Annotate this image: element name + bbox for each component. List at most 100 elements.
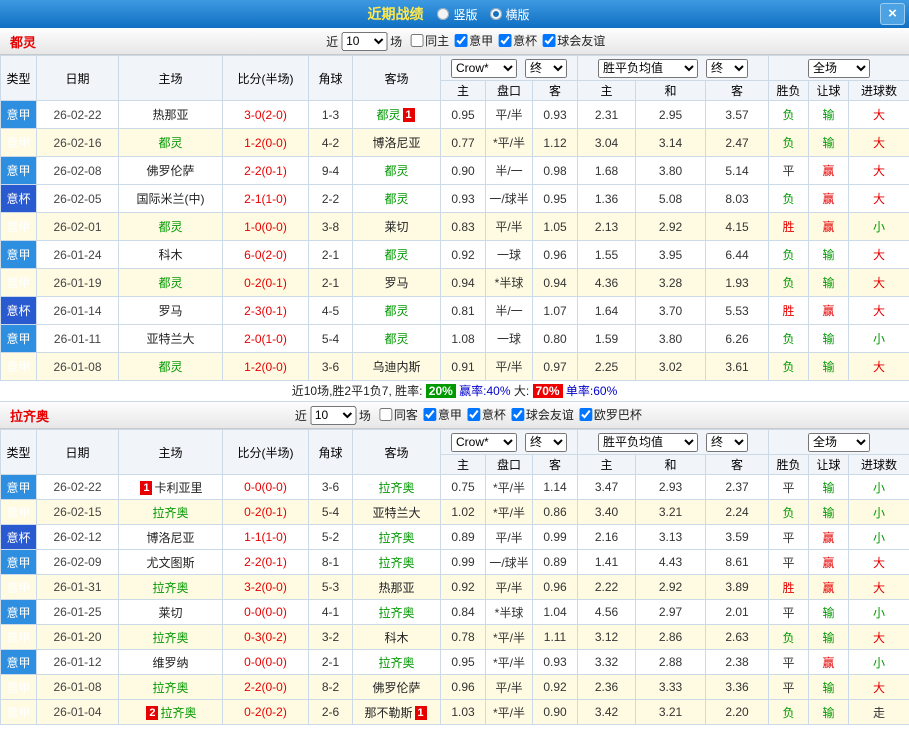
date-cell: 26-01-31 [36, 574, 119, 600]
col-odds-home: 主 [440, 454, 486, 475]
checkbox-意甲[interactable] [454, 34, 468, 47]
filter-option-意甲[interactable]: 意甲 [422, 406, 462, 423]
checkbox-欧罗巴杯[interactable] [578, 408, 592, 421]
avg-home-cell: 3.32 [577, 649, 636, 675]
filter-option-欧罗巴杯[interactable]: 欧罗巴杯 [578, 406, 642, 423]
filter-bar: 近 10 场 同主 意甲 意杯 球会友谊 [326, 31, 605, 51]
corner-cell: 8-2 [308, 674, 353, 700]
match-row: 意甲 26-01-04 2 拉齐奥 0-2(0-2) 2-6 那不勒斯 1 1.03 *平/半 0.… [0, 699, 909, 725]
match-row: 意甲 26-01-24 科木 6-0(2-0) 2-1 都灵 0.92 一球 0.96 1.55 3… [0, 240, 909, 269]
recent-results-dialog: 近期战绩 竖版 横版 × 都灵 近 10 场 同主意甲意杯球会友谊 类型 [0, 0, 909, 750]
league-cell: 意甲 [0, 100, 37, 129]
avg-type-select[interactable]: 胜平负均值 [598, 58, 698, 78]
checkbox-意杯[interactable] [498, 34, 512, 47]
match-row: 意甲 26-01-08 都灵 1-2(0-0) 3-6 乌迪内斯 0.91 平/半 0.97 2.… [0, 352, 909, 381]
checkbox-球会友谊[interactable] [542, 34, 556, 47]
avg-final-select[interactable]: 终 [706, 432, 748, 452]
matches-table-torino: 类型 日期 主场 比分(半场) 角球 客场 Crow* 终 胜平负均值 终 全场… [0, 55, 909, 381]
score-cell: 1-2(0-0) [222, 352, 309, 381]
avg-away-cell: 8.03 [704, 184, 770, 213]
score-cell: 2-0(1-0) [222, 324, 309, 353]
home-odds-cell: 0.93 [440, 184, 486, 213]
filter-option-同客[interactable]: 同客 [378, 406, 418, 423]
handicap-result-cell: 赢 [808, 549, 850, 575]
date-cell: 26-02-22 [36, 474, 119, 500]
avg-type-select[interactable]: 胜平负均值 [598, 432, 698, 452]
full-match-select[interactable]: 全场 [808, 432, 871, 452]
close-button[interactable]: × [880, 3, 905, 25]
layout-horizontal-radio[interactable]: 横版 [489, 6, 530, 23]
result-cell: 平 [768, 649, 810, 675]
handicap-result-cell: 输 [808, 324, 850, 353]
league-cell: 意杯 [0, 184, 37, 213]
handicap-cell: *半球 [485, 599, 533, 625]
filter-option-意杯[interactable]: 意杯 [466, 406, 506, 423]
team-name: 都灵 [158, 276, 183, 290]
avg-home-cell: 2.25 [577, 352, 636, 381]
handicap-cell: 平/半 [485, 574, 533, 600]
home-team-cell: 1 卡利亚里 [118, 474, 223, 500]
col-avg-away: 客 [704, 80, 770, 101]
home-team-cell: 佛罗伦萨 [118, 156, 223, 185]
home-team-cell: 都灵 [118, 268, 223, 297]
home-odds-cell: 0.90 [440, 156, 486, 185]
avg-home-cell: 1.68 [577, 156, 636, 185]
away-odds-cell: 1.11 [532, 624, 578, 650]
home-team-cell: 都灵 [118, 212, 223, 241]
goals-cell: 大 [848, 100, 909, 129]
home-odds-cell: 0.89 [440, 524, 486, 550]
home-team-cell: 科木 [118, 240, 223, 269]
home-odds-cell: 0.91 [440, 352, 486, 381]
match-count-select[interactable]: 10 [309, 405, 356, 425]
league-cell: 意甲 [0, 574, 37, 600]
avg-draw-cell: 2.86 [635, 624, 706, 650]
avg-draw-cell: 3.80 [635, 324, 706, 353]
summary-segment: 赢率:40% [455, 384, 514, 398]
home-odds-cell: 0.95 [440, 100, 486, 129]
odds-source-select[interactable]: Crow* [451, 58, 517, 78]
result-cell: 平 [768, 524, 810, 550]
avg-final-select[interactable]: 终 [706, 58, 748, 78]
layout-vertical-radio[interactable]: 竖版 [437, 6, 478, 23]
filter-option-意甲[interactable]: 意甲 [454, 32, 493, 49]
filter-option-同主[interactable]: 同主 [410, 32, 449, 49]
team-name: 拉齐奥 [152, 580, 189, 595]
checkbox-球会友谊[interactable] [510, 408, 524, 421]
avg-home-cell: 3.04 [577, 128, 636, 157]
filter-option-意杯[interactable]: 意杯 [498, 32, 537, 49]
corner-cell: 2-6 [308, 699, 353, 725]
filter-option-球会友谊[interactable]: 球会友谊 [510, 406, 574, 423]
result-cell: 负 [768, 100, 810, 129]
avg-away-cell: 2.38 [704, 649, 770, 675]
col-corner: 角球 [308, 429, 353, 475]
filter-option-球会友谊[interactable]: 球会友谊 [542, 32, 605, 49]
odds-final-select[interactable]: 终 [525, 432, 567, 452]
date-cell: 26-01-14 [36, 296, 119, 325]
full-match-select[interactable]: 全场 [808, 58, 871, 78]
home-team-cell: 亚特兰大 [118, 324, 223, 353]
checkbox-意甲[interactable] [422, 408, 436, 421]
filter-bar: 近 10 场 同客 意甲 意杯 球会友谊 欧罗巴杯 [295, 405, 642, 425]
handicap-cell: *平/半 [485, 128, 533, 157]
checkbox-意杯[interactable] [466, 408, 480, 421]
match-row: 意甲 26-02-09 尤文图斯 2-2(0-1) 8-1 拉齐奥 0.99 一/球半 0.89… [0, 549, 909, 575]
checkbox-同主[interactable] [410, 34, 424, 47]
odds-source-select[interactable]: Crow* [451, 432, 517, 452]
match-count-select[interactable]: 10 [341, 31, 388, 51]
away-odds-cell: 1.07 [532, 296, 578, 325]
team-name: 那不勒斯 [364, 705, 413, 720]
col-result: 胜负 [768, 454, 810, 475]
col-result: 胜负 [768, 80, 810, 101]
handicap-result-cell: 赢 [808, 649, 850, 675]
handicap-cell: 一/球半 [485, 184, 533, 213]
rank-badge: 2 [146, 705, 159, 720]
avg-home-cell: 3.42 [577, 699, 636, 725]
home-odds-cell: 0.83 [440, 212, 486, 241]
home-odds-cell: 0.78 [440, 624, 486, 650]
away-team-cell: 拉齐奥 [352, 599, 441, 625]
avg-draw-cell: 2.92 [635, 212, 706, 241]
odds-final-select[interactable]: 终 [525, 58, 567, 78]
checkbox-同客[interactable] [378, 408, 392, 421]
result-cell: 负 [768, 324, 810, 353]
avg-away-cell: 2.37 [704, 474, 770, 500]
